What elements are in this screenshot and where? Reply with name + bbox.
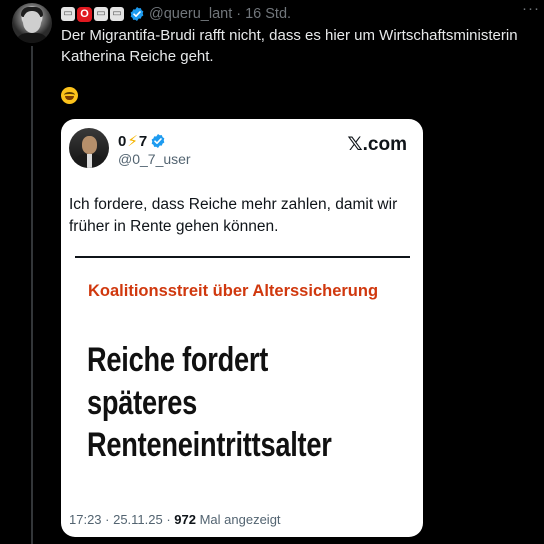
red-o-emoji-icon: O xyxy=(77,6,92,22)
quoted-tweet-text: Ich fordere, dass Reiche mehr zahlen, da… xyxy=(69,196,398,235)
quoted-user-name[interactable]: 0 ⚡ 7 xyxy=(118,132,166,150)
quoted-user-avatar[interactable] xyxy=(69,128,109,168)
tweet-text: Der Migrantifa-Brudi rafft nicht, dass e… xyxy=(61,27,518,65)
light-emoji-icon: ▭ xyxy=(110,7,124,21)
thread-line xyxy=(31,46,33,544)
more-options-button[interactable]: ··· xyxy=(522,0,540,17)
user-handle[interactable]: @queru_lant xyxy=(149,6,232,22)
separator: · xyxy=(236,6,242,22)
light-emoji-icon: ▭ xyxy=(61,7,75,21)
tweet-time[interactable]: 16 Std. xyxy=(245,6,291,22)
verified-badge-icon xyxy=(151,134,165,148)
article-headline: Reiche fordert späteres Renteneintrittsa… xyxy=(87,341,332,464)
user-avatar[interactable] xyxy=(12,3,52,43)
view-count: 972 xyxy=(174,512,196,527)
divider xyxy=(75,256,410,258)
rolling-on-floor-laughing-emoji-icon xyxy=(61,87,78,104)
views-label: Mal angezeigt xyxy=(195,512,281,527)
article-image[interactable]: Koalitionsstreit über Alterssicherung Re… xyxy=(75,256,410,501)
verified-badge-icon xyxy=(130,7,144,21)
x-logo-icon: 𝕏.com xyxy=(347,134,407,155)
lightning-bolt-icon: ⚡ xyxy=(127,133,138,150)
article-kicker: Koalitionsstreit über Alterssicherung xyxy=(88,282,379,300)
quoted-tweet-footer: 17:23 · 25.11.25 · 972 Mal angezeigt xyxy=(69,512,281,527)
quoted-tweet-card[interactable]: 0 ⚡ 7 @0_7_user 𝕏.com Ich fordere, dass … xyxy=(61,119,423,537)
light-emoji-icon: ▭ xyxy=(94,7,108,21)
quoted-user-handle[interactable]: @0_7_user xyxy=(118,151,191,167)
tweet-header: ▭ O ▭ ▭ @queru_lant · 16 Std. xyxy=(61,5,291,23)
timestamp: 17:23 · 25.11.25 · xyxy=(69,512,175,527)
